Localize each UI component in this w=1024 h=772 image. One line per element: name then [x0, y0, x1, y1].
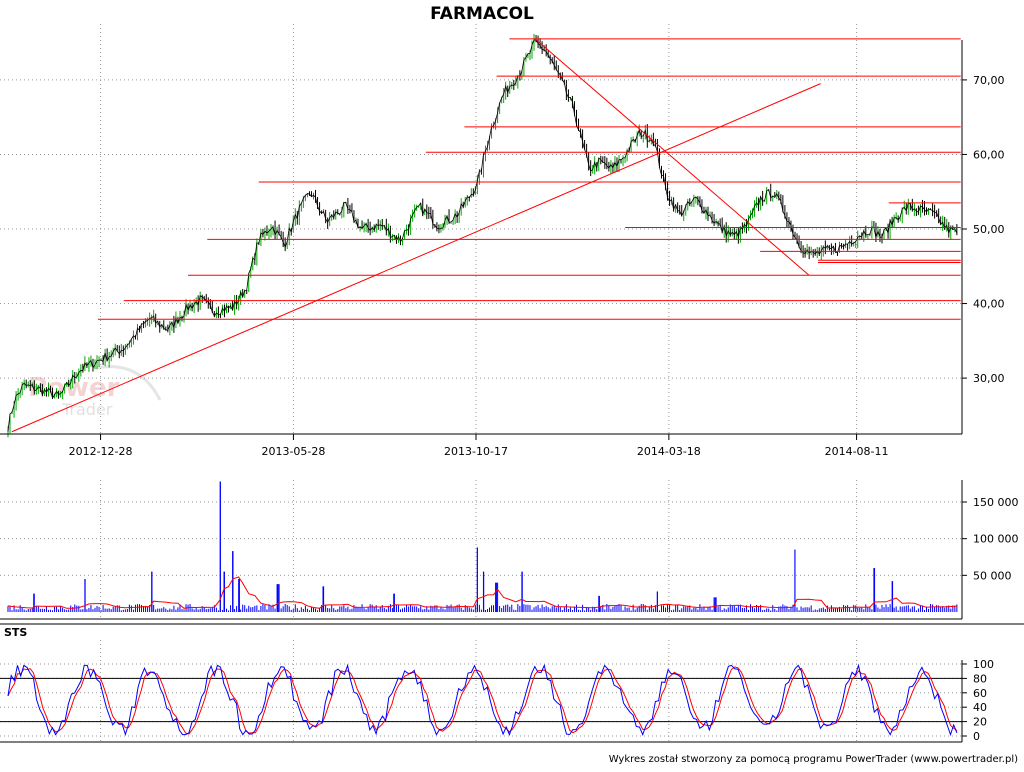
x-tick-label: 2013-10-17 — [444, 445, 508, 458]
chart-svg: Power Trader FARMACOL 2012-12-28 2013-05-… — [0, 0, 1024, 768]
sts-tick-label: 0 — [973, 730, 980, 743]
chart-title: FARMACOL — [430, 4, 534, 24]
x-tick-label: 2012-12-28 — [69, 445, 133, 458]
chart-stage: Power Trader FARMACOL 2012-12-28 2013-05-… — [0, 0, 1024, 768]
sts-panel-label: STS — [4, 626, 27, 639]
sts-tick-label: 60 — [973, 687, 987, 700]
y-tick-label: 30,00 — [973, 372, 1005, 385]
footer-credit: Wykres został stworzony za pomocą progra… — [609, 754, 1018, 765]
x-tick-label: 2014-03-18 — [637, 445, 701, 458]
volume-tick-label: 150 000 — [973, 496, 1019, 509]
y-tick-label: 60,00 — [973, 148, 1005, 161]
watermark-text-trader: Trader — [61, 400, 113, 419]
background — [0, 0, 1024, 768]
x-tick-label: 2014-08-11 — [825, 445, 889, 458]
sts-tick-label: 40 — [973, 701, 987, 714]
volume-tick-label: 100 000 — [973, 533, 1019, 546]
y-tick-label: 40,00 — [973, 298, 1005, 311]
y-tick-label: 50,00 — [973, 223, 1005, 236]
x-tick-label: 2013-05-28 — [261, 445, 325, 458]
volume-tick-label: 50 000 — [973, 569, 1012, 582]
sts-tick-label: 20 — [973, 716, 987, 729]
watermark-text-power: Power — [28, 373, 120, 403]
sts-tick-label: 100 — [973, 658, 994, 671]
y-tick-label: 70,00 — [973, 74, 1005, 87]
sts-tick-label: 80 — [973, 672, 987, 685]
